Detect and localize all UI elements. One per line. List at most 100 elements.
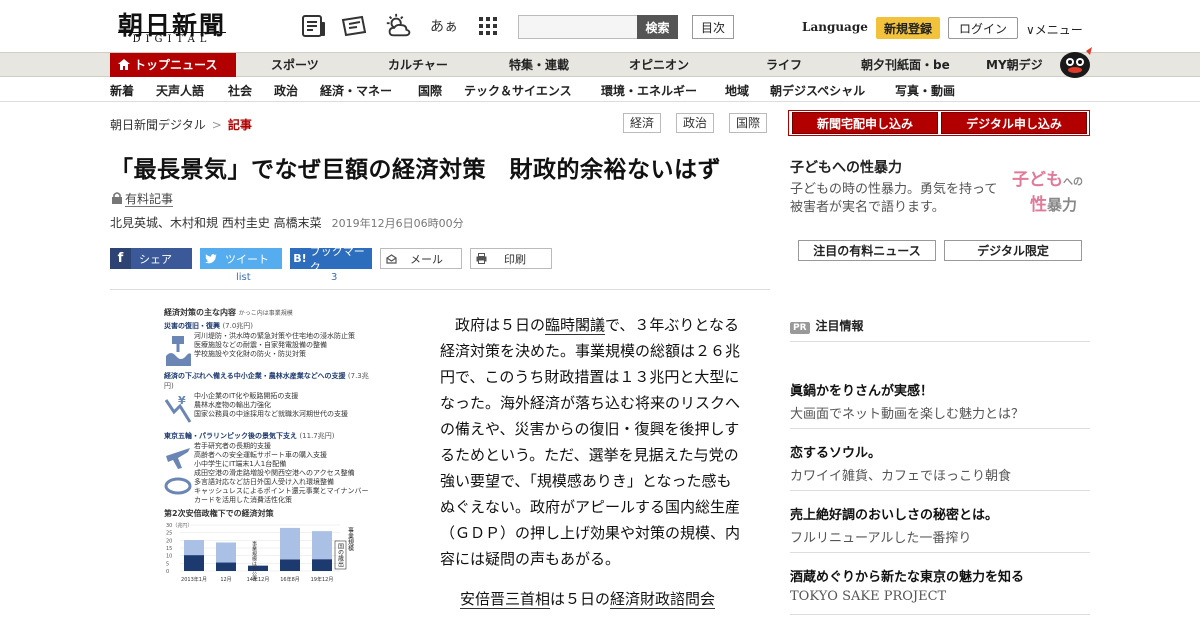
nav-politics[interactable]: 政治: [274, 82, 298, 99]
primary-nav: トップニュース スポーツ カルチャー 特集・連載 オピニオン ライフ 朝夕刊紙面…: [0, 47, 1200, 78]
nav-tech[interactable]: テック＆サイエンス: [464, 82, 572, 99]
tab-paid-news[interactable]: 注目の有料ニュース: [798, 240, 936, 261]
twitter-label: ツイート: [225, 252, 269, 266]
bar-national: [312, 559, 332, 571]
promo-title[interactable]: 子どもへの性暴力: [790, 157, 902, 177]
promo-text[interactable]: 子どもの時の性暴力。勇気を持って被害者が実名で語ります。: [790, 181, 1010, 217]
figure-item: 多言語対応など訪日外国人受け入れ環境整備: [194, 478, 334, 486]
mail-icon: [381, 248, 402, 269]
text: 政府は５日の: [455, 316, 546, 334]
airplane-icon: [164, 442, 194, 504]
mail-share-button[interactable]: メール: [380, 248, 462, 269]
nav-sports[interactable]: スポーツ: [271, 53, 319, 77]
nav-opinion[interactable]: オピニオン: [629, 53, 689, 77]
nav-special[interactable]: 朝デジスペシャル: [770, 82, 865, 99]
nav-environment[interactable]: 環境・エネルギー: [601, 82, 697, 99]
site-header: 朝日新聞 DIGITAL あぁ 検索 目次 Language 新規登録 ログイン…: [0, 0, 1200, 52]
y-tick-label: 0: [166, 569, 169, 575]
search-input[interactable]: [518, 15, 638, 39]
promo-artwork[interactable]: 子どもへの 性暴力: [1012, 165, 1083, 215]
login-button[interactable]: ログイン: [948, 17, 1018, 39]
tag-world[interactable]: 国際: [729, 113, 768, 133]
keyword-link[interactable]: 経済財政諮問会: [610, 590, 716, 609]
nav-culture[interactable]: カルチャー: [388, 53, 448, 77]
nav-top-news[interactable]: トップニュース: [110, 53, 236, 77]
menu-button[interactable]: ∨メニュー: [1026, 21, 1083, 38]
nav-label: トップニュース: [134, 58, 218, 72]
nav-my-asahi[interactable]: MY朝デジ: [986, 53, 1043, 77]
nav-economy[interactable]: 経済・マネー: [320, 82, 392, 99]
article-body: 政府は５日の臨時閣議で、３年ぶりとなる経済対策を決めた。事業規模の総額は２６兆円…: [440, 312, 745, 612]
hatena-count[interactable]: 3: [331, 272, 337, 283]
pr-item-title[interactable]: 売上絶好調のおいしさの秘密とは。: [790, 504, 998, 523]
nav-world[interactable]: 国際: [418, 82, 442, 99]
tag-economy[interactable]: 経済: [623, 113, 662, 133]
print-label: 印刷: [504, 252, 526, 266]
bar-national: [184, 555, 204, 571]
print-button[interactable]: 印刷: [470, 248, 552, 269]
pr-item-title[interactable]: 酒蔵めぐりから新たな東京の魅力を知る: [790, 566, 1024, 585]
signup-button[interactable]: 新規登録: [876, 17, 940, 39]
promo-art-text: 性: [1030, 195, 1047, 215]
pr-item-subtitle[interactable]: カワイイ雑貨、カフェでほっこり朝食: [790, 465, 1011, 484]
tab-digital-only[interactable]: デジタル限定: [944, 240, 1082, 261]
logo-subtitle: DIGITAL: [118, 32, 226, 45]
y-tick-label: 25: [166, 531, 172, 537]
hatena-bookmark-button[interactable]: B! ブックマーク: [290, 245, 372, 274]
grid-menu-icon[interactable]: [474, 13, 502, 39]
y-tick-label: 10: [166, 554, 172, 560]
pr-item-title[interactable]: 眞鍋かをりさんが実感！: [790, 380, 933, 399]
nav-region[interactable]: 地域: [725, 82, 749, 99]
flood-icon: [164, 332, 194, 368]
pr-item-subtitle[interactable]: TOKYO SAKE PROJECT: [790, 589, 946, 604]
figure-item: 農林水産物の輸出力強化: [194, 401, 271, 409]
twitter-share-button[interactable]: ツイート: [200, 248, 282, 269]
paper-plane-icon[interactable]: [340, 13, 368, 39]
subscribe-paper-button[interactable]: 新聞宅配申し込み: [792, 112, 938, 134]
weather-icon[interactable]: [384, 13, 412, 39]
hatena-label: ブックマーク: [309, 244, 365, 274]
chart-title: 第2次安倍政権下での経済対策: [164, 509, 274, 518]
figure-item: 高齢者への安全運転サポート車の購入支援: [194, 451, 327, 459]
pr-item-subtitle[interactable]: フルリニューアルした一番搾り: [790, 527, 971, 546]
pr-item-title[interactable]: 恋するソウル。: [790, 442, 881, 461]
font-size-icon[interactable]: あぁ: [430, 13, 458, 39]
infographic[interactable]: 経済対策の主な内容 かっこ内は事業規模 災害の復旧・復興 (7.0兆円) 河川堤…: [164, 307, 370, 607]
nav-photo[interactable]: 写真・動画: [895, 82, 955, 99]
newspaper-icon[interactable]: [300, 13, 328, 39]
divider: [790, 490, 1090, 491]
facebook-share-button[interactable]: f シェア: [110, 248, 192, 269]
figure-item: 若手研究者の長期的支援: [194, 442, 271, 450]
pr-item-subtitle[interactable]: 大画面でネット動画を楽しむ魅力とは？: [790, 403, 1024, 422]
nav-features[interactable]: 特集・連載: [509, 53, 569, 77]
figure-section-1-title: 災害の復旧・復興 (7.0兆円): [164, 322, 254, 330]
publish-date: 2019年12月6日06時00分: [331, 217, 464, 230]
language-link[interactable]: Language: [802, 20, 868, 34]
tag-politics[interactable]: 政治: [676, 113, 715, 133]
breadcrumb-home[interactable]: 朝日新聞デジタル: [110, 118, 206, 132]
figure-item: 中小企業のIT化や販路開拓の支援: [194, 392, 299, 400]
home-icon: [118, 54, 130, 78]
authors: 北見英城、木村和規 西村圭史 高橋末菜: [110, 216, 322, 230]
nav-latest[interactable]: 新着: [110, 82, 134, 99]
search-button[interactable]: 検索: [637, 15, 678, 39]
pr-badge: PR: [790, 322, 810, 334]
twitter-count[interactable]: list: [236, 272, 251, 283]
figure-item: 成田空港の滑走路増設や関西空港へのアクセス整備: [194, 469, 355, 477]
breadcrumb-separator: >: [211, 118, 222, 132]
bar-national: [216, 562, 236, 571]
pr-section-heading: PR 注目情報: [790, 317, 864, 334]
svg-text:¥: ¥: [178, 394, 186, 407]
keyword-link[interactable]: 安倍晋三首相: [460, 590, 551, 609]
toc-button[interactable]: 目次: [692, 15, 734, 39]
keyword-link[interactable]: 臨時閣議: [545, 316, 606, 335]
nav-tensei[interactable]: 天声人語: [156, 82, 204, 99]
nav-life[interactable]: ライフ: [766, 53, 802, 77]
subscribe-digital-button[interactable]: デジタル申し込み: [941, 112, 1087, 134]
nav-paper[interactable]: 朝夕刊紙面・be: [861, 53, 950, 77]
figure-heading: 経済対策の主な内容 かっこ内は事業規模: [164, 308, 293, 317]
nav-society[interactable]: 社会: [228, 82, 252, 99]
legend-scale: 事業規模: [347, 526, 354, 552]
twitter-icon: [200, 248, 221, 269]
hatena-icon: B!: [293, 252, 307, 265]
